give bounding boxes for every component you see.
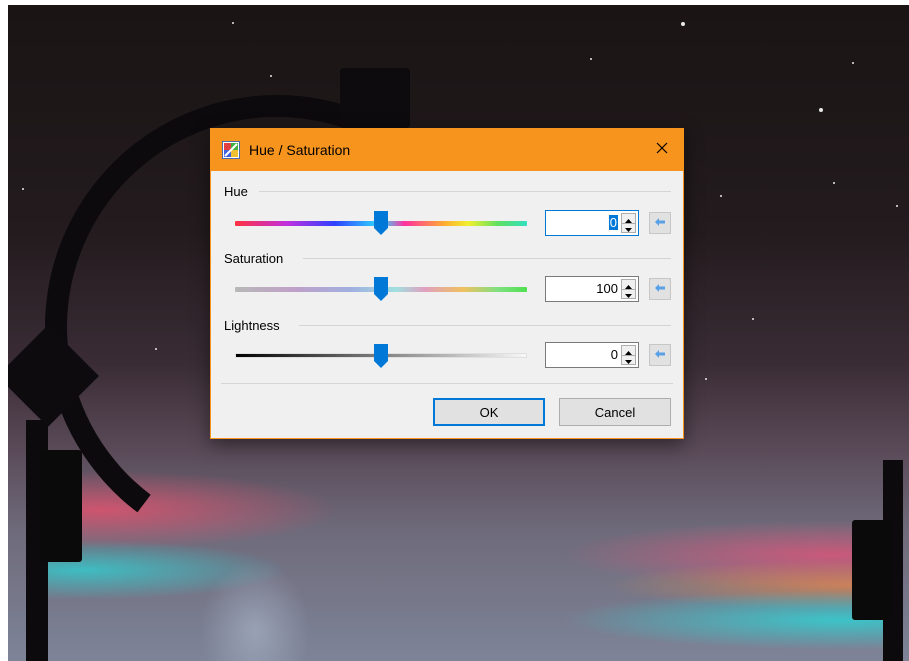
background-star bbox=[232, 22, 234, 24]
traffic-signal bbox=[40, 450, 82, 562]
saturation-reset-button[interactable] bbox=[649, 278, 671, 300]
background-star bbox=[705, 378, 707, 380]
screenshot-border bbox=[0, 0, 8, 661]
spin-down-arrow-icon bbox=[625, 351, 632, 369]
saturation-label: Saturation bbox=[224, 251, 284, 266]
hue-saturation-dialog: Hue / Saturation Hue 0 Saturation 100 Li… bbox=[210, 128, 684, 439]
background-star bbox=[681, 22, 685, 26]
cancel-button[interactable]: Cancel bbox=[559, 398, 671, 426]
background-star bbox=[752, 318, 754, 320]
lightness-label: Lightness bbox=[224, 318, 280, 333]
spin-down-arrow-icon bbox=[625, 285, 632, 303]
hue-spin-buttons bbox=[621, 213, 636, 233]
background-star bbox=[896, 205, 898, 207]
saturation-spinbox[interactable]: 100 bbox=[545, 276, 639, 302]
background-star bbox=[590, 58, 592, 60]
background-light-glow bbox=[560, 590, 890, 650]
dialog-title: Hue / Saturation bbox=[249, 142, 351, 158]
reset-arrow-icon bbox=[654, 280, 666, 298]
hue-reset-button[interactable] bbox=[649, 212, 671, 234]
saturation-value[interactable]: 100 bbox=[596, 281, 618, 296]
close-button[interactable] bbox=[641, 129, 683, 171]
hue-value[interactable]: 0 bbox=[608, 215, 618, 230]
traffic-signal bbox=[852, 520, 892, 620]
lightness-value[interactable]: 0 bbox=[611, 347, 618, 362]
lightness-spin-down-button[interactable] bbox=[622, 355, 635, 364]
group-divider bbox=[303, 258, 671, 259]
group-divider bbox=[299, 325, 671, 326]
spin-down-arrow-icon bbox=[625, 219, 632, 237]
saturation-spin-down-button[interactable] bbox=[622, 289, 635, 298]
hue-label: Hue bbox=[224, 184, 248, 199]
close-icon bbox=[656, 141, 668, 159]
background-star bbox=[833, 182, 835, 184]
screenshot-border bbox=[0, 0, 909, 5]
background-tree bbox=[200, 560, 310, 661]
dialog-separator bbox=[221, 383, 673, 384]
hue-saturation-app-icon bbox=[222, 141, 240, 159]
background-star bbox=[852, 62, 854, 64]
hue-spinbox[interactable]: 0 bbox=[545, 210, 639, 236]
desktop-background: Hue / Saturation Hue 0 Saturation 100 Li… bbox=[0, 0, 909, 661]
dialog-titlebar[interactable]: Hue / Saturation bbox=[211, 129, 683, 171]
reset-arrow-icon bbox=[654, 346, 666, 364]
group-divider bbox=[259, 191, 671, 192]
saturation-spin-buttons bbox=[621, 279, 636, 299]
lightness-spin-buttons bbox=[621, 345, 636, 365]
background-star bbox=[819, 108, 823, 112]
hue-spin-down-button[interactable] bbox=[622, 223, 635, 232]
lightness-spinbox[interactable]: 0 bbox=[545, 342, 639, 368]
reset-arrow-icon bbox=[654, 214, 666, 232]
saturation-slider-thumb[interactable] bbox=[373, 276, 389, 302]
street-light-head bbox=[340, 68, 410, 128]
lightness-slider-thumb[interactable] bbox=[373, 343, 389, 369]
ok-button[interactable]: OK bbox=[433, 398, 545, 426]
hue-slider-thumb[interactable] bbox=[373, 210, 389, 236]
background-star bbox=[720, 195, 722, 197]
lightness-reset-button[interactable] bbox=[649, 344, 671, 366]
background-star bbox=[270, 75, 272, 77]
background-star bbox=[22, 188, 24, 190]
